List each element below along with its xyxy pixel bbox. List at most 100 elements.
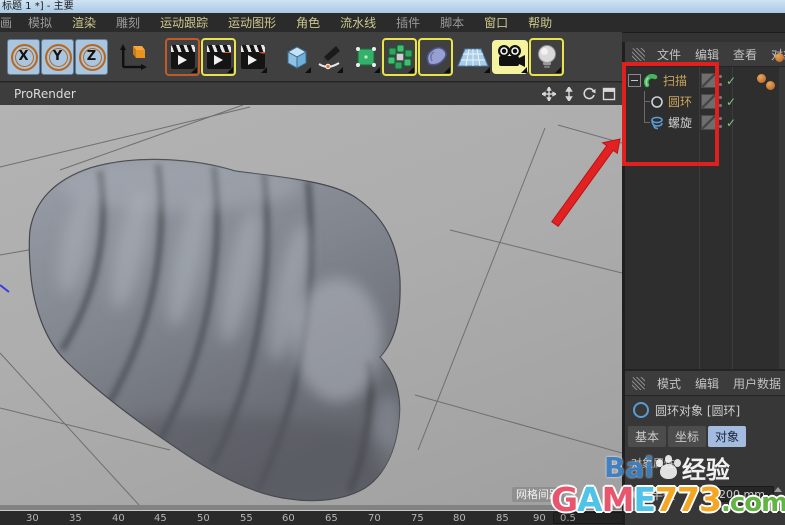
om-menu-edit[interactable]: 编辑 [689,46,725,63]
viewport-header: ProRender [0,83,622,106]
menu-item-pipeline[interactable]: 流水线 [330,14,386,31]
object-manager-tree: 扫描 ✓ 圆环 ✓ 螺旋 ✓ [625,53,785,369]
editor-visibility-toggle[interactable] [701,94,716,109]
radius-label: 半径 [651,487,676,502]
menu-item-window[interactable]: 窗口 [474,14,518,31]
circle-object-icon [633,402,649,418]
helix-spline-icon [651,116,663,129]
panel-grip-icon[interactable] [632,376,645,390]
spline-pen-button[interactable] [313,40,344,74]
sweep-icon [644,73,658,87]
layer-dot-icon [775,53,784,62]
camera-button[interactable] [492,39,528,74]
floor-button[interactable] [454,40,491,74]
visibility-dots[interactable] [719,74,723,87]
rotate-icon[interactable] [581,87,596,102]
object-label-sweep[interactable]: 扫描 [663,72,687,89]
zoom-icon[interactable] [561,87,576,102]
menu-item-sculpt[interactable]: 雕刻 [106,14,150,31]
sweep-generator-button[interactable] [418,37,453,76]
visibility-dots[interactable] [719,95,723,108]
light-button[interactable] [529,37,564,76]
sweep-object[interactable] [20,158,404,505]
menu-item-character[interactable]: 角色 [286,14,330,31]
tree-row-circle[interactable]: 圆环 ✓ [625,91,785,112]
menu-item-mograph[interactable]: 运动图形 [218,14,286,31]
enabled-check-icon[interactable]: ✓ [726,95,736,109]
om-menu-file[interactable]: 文件 [651,46,687,63]
om-menu-view[interactable]: 查看 [727,46,763,63]
timeline-ruler[interactable]: 30 35 40 45 50 55 60 65 70 75 80 85 90 0… [0,511,640,525]
tree-row-sweep[interactable]: 扫描 ✓ [625,70,785,91]
am-menu-edit[interactable]: 编辑 [689,375,725,392]
cube-icon [286,45,307,69]
ruler-tick: 90 [533,513,546,524]
object-label-circle[interactable]: 圆环 [668,93,692,110]
window-title: 标题 1 *] - 主要 [2,1,74,12]
editor-visibility-toggle[interactable] [701,73,716,88]
menu-item-partial[interactable]: 画 [0,14,18,31]
menu-item-plugins[interactable]: 插件 [386,14,430,31]
axis-x-label: X [18,49,29,64]
enabled-check-icon[interactable]: ✓ [726,116,736,130]
keyframe-ring-icon[interactable] [633,487,646,501]
floor-icon [456,48,489,66]
tab-basic[interactable]: 基本 [628,426,667,447]
am-menu-mode[interactable]: 模式 [651,375,687,392]
ruler-tick: 40 [112,513,125,524]
ruler-tick: 30 [26,513,39,524]
tab-object[interactable]: 对象 [708,426,747,447]
menu-item-script[interactable]: 脚本 [430,14,474,31]
tree-branch-line [636,112,650,133]
attribute-object-title: 圆环对象 [圆环] [655,403,741,418]
menu-item-motion-tracking[interactable]: 运动跟踪 [150,14,218,31]
viewport-3d-canvas[interactable] [0,105,622,505]
array-generator-button[interactable] [382,37,417,76]
lock-y-button[interactable]: Y [41,38,74,75]
light-bulb-icon [537,44,556,68]
layer-dot-icon [766,81,775,90]
lock-z-button[interactable]: Z [75,38,108,75]
coordinate-system-button[interactable] [114,40,152,74]
add-cube-button[interactable] [281,40,312,74]
lock-x-button[interactable]: X [7,38,40,75]
visibility-dots[interactable] [719,116,723,129]
subdivision-surface-button[interactable] [350,40,381,74]
camera-icon [498,44,525,67]
maximize-icon[interactable] [601,87,616,102]
ruler-tick: 75 [411,513,424,524]
ruler-tick: 60 [282,513,295,524]
object-label-helix[interactable]: 螺旋 [668,114,692,131]
radius-value-field[interactable]: 200 mm [712,486,774,502]
am-menu-userdata[interactable]: 用户数据 [727,375,785,392]
viewport-tab-prorender[interactable]: ProRender [14,87,76,101]
editor-visibility-toggle[interactable] [701,115,716,130]
ruler-tick: 45 [154,513,167,524]
array-icon [387,44,412,69]
render-picture-viewer-icon [206,44,231,69]
panel-grip-icon[interactable] [632,47,645,61]
menu-item-simulate[interactable]: 模拟 [18,14,62,31]
render-view-icon [170,44,195,69]
right-panel: 文件 编辑 查看 对象 扫描 ✓ [622,42,785,525]
grid-spacing-label: 网格间距 [512,487,564,502]
render-view-button[interactable] [165,37,200,76]
tab-coordinate[interactable]: 坐标 [668,426,707,447]
tree-branch-line [636,91,650,112]
attribute-manager-menubar: 模式 编辑 用户数据 [625,371,785,396]
pan-icon[interactable] [541,87,556,102]
attribute-tabs: 基本 坐标 对象 [628,426,785,447]
viewport-scene [0,105,622,505]
menu-item-help[interactable]: 帮助 [518,14,562,31]
menu-item-render[interactable]: 渲染 [62,14,106,31]
enabled-check-icon[interactable]: ✓ [726,74,736,88]
render-settings-icon [240,44,265,69]
collapse-icon[interactable] [628,74,641,87]
render-settings-button[interactable] [237,40,268,74]
ruler-tick: 35 [69,513,82,524]
ruler-tick: 55 [240,513,253,524]
tree-row-helix[interactable]: 螺旋 ✓ [625,112,785,133]
radius-spinner[interactable] [774,487,782,501]
render-to-picture-viewer-button[interactable] [201,37,236,76]
window-title-bar: 标题 1 *] - 主要 [0,0,785,13]
